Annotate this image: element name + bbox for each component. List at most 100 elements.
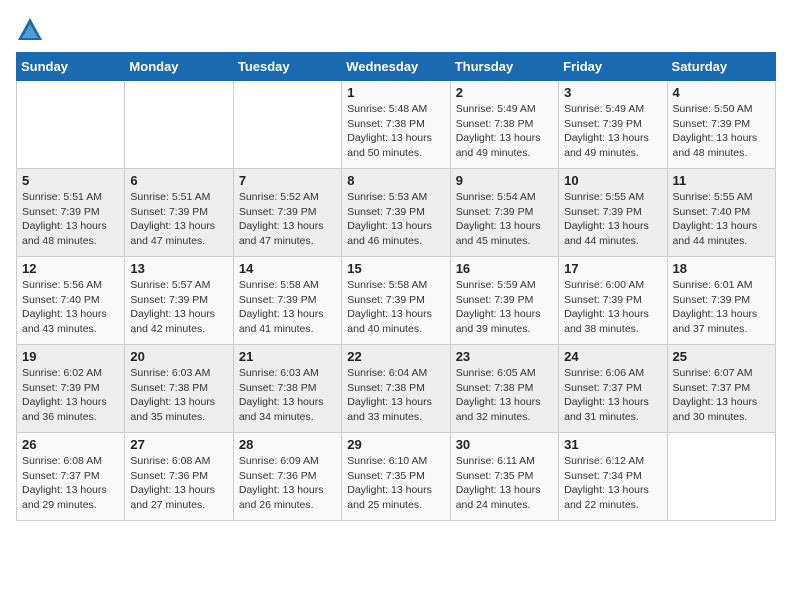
day-info: Sunrise: 6:04 AMSunset: 7:38 PMDaylight:… [347, 366, 444, 425]
day-info: Sunrise: 5:54 AMSunset: 7:39 PMDaylight:… [456, 190, 553, 249]
day-info: Sunrise: 5:55 AMSunset: 7:40 PMDaylight:… [673, 190, 770, 249]
day-number: 15 [347, 261, 444, 276]
calendar-cell [17, 81, 125, 169]
day-number: 27 [130, 437, 227, 452]
day-number: 3 [564, 85, 661, 100]
day-of-week-header: Thursday [450, 53, 558, 81]
day-number: 11 [673, 173, 770, 188]
day-info: Sunrise: 5:50 AMSunset: 7:39 PMDaylight:… [673, 102, 770, 161]
day-info: Sunrise: 6:00 AMSunset: 7:39 PMDaylight:… [564, 278, 661, 337]
day-number: 30 [456, 437, 553, 452]
day-number: 12 [22, 261, 119, 276]
day-info: Sunrise: 5:48 AMSunset: 7:38 PMDaylight:… [347, 102, 444, 161]
day-number: 2 [456, 85, 553, 100]
day-number: 13 [130, 261, 227, 276]
calendar-header-row: SundayMondayTuesdayWednesdayThursdayFrid… [17, 53, 776, 81]
calendar-table: SundayMondayTuesdayWednesdayThursdayFrid… [16, 52, 776, 521]
day-info: Sunrise: 5:55 AMSunset: 7:39 PMDaylight:… [564, 190, 661, 249]
day-number: 16 [456, 261, 553, 276]
calendar-week-row: 1 Sunrise: 5:48 AMSunset: 7:38 PMDaylight… [17, 81, 776, 169]
calendar-cell [125, 81, 233, 169]
day-info: Sunrise: 5:58 AMSunset: 7:39 PMDaylight:… [347, 278, 444, 337]
calendar-cell: 16 Sunrise: 5:59 AMSunset: 7:39 PMDayligh… [450, 257, 558, 345]
calendar-cell: 2Sunrise: 5:49 AMSunset: 7:38 PMDaylight… [450, 81, 558, 169]
calendar-cell: 26 Sunrise: 6:08 AMSunset: 7:37 PMDayligh… [17, 433, 125, 521]
day-number: 1 [347, 85, 444, 100]
calendar-cell [667, 433, 775, 521]
day-of-week-header: Monday [125, 53, 233, 81]
day-number: 20 [130, 349, 227, 364]
day-info: Sunrise: 6:12 AMSunset: 7:34 PMDaylight:… [564, 454, 661, 513]
day-info: Sunrise: 5:58 AMSunset: 7:39 PMDaylight:… [239, 278, 336, 337]
day-info: Sunrise: 5:51 AMSunset: 7:39 PMDaylight:… [22, 190, 119, 249]
day-info: Sunrise: 6:09 AMSunset: 7:36 PMDaylight:… [239, 454, 336, 513]
day-number: 24 [564, 349, 661, 364]
calendar-cell: 4 Sunrise: 5:50 AMSunset: 7:39 PMDaylight… [667, 81, 775, 169]
day-info: Sunrise: 6:11 AMSunset: 7:35 PMDaylight:… [456, 454, 553, 513]
calendar-cell [233, 81, 341, 169]
day-number: 5 [22, 173, 119, 188]
day-info: Sunrise: 6:01 AMSunset: 7:39 PMDaylight:… [673, 278, 770, 337]
day-of-week-header: Sunday [17, 53, 125, 81]
calendar-cell: 25Sunrise: 6:07 AMSunset: 7:37 PMDayligh… [667, 345, 775, 433]
day-info: Sunrise: 6:10 AMSunset: 7:35 PMDaylight:… [347, 454, 444, 513]
page-header [16, 16, 776, 44]
calendar-cell: 9 Sunrise: 5:54 AMSunset: 7:39 PMDaylight… [450, 169, 558, 257]
calendar-cell: 30 Sunrise: 6:11 AMSunset: 7:35 PMDayligh… [450, 433, 558, 521]
calendar-cell: 28 Sunrise: 6:09 AMSunset: 7:36 PMDayligh… [233, 433, 341, 521]
calendar-cell: 19 Sunrise: 6:02 AMSunset: 7:39 PMDayligh… [17, 345, 125, 433]
calendar-cell: 8 Sunrise: 5:53 AMSunset: 7:39 PMDaylight… [342, 169, 450, 257]
day-info: Sunrise: 5:59 AMSunset: 7:39 PMDaylight:… [456, 278, 553, 337]
day-number: 29 [347, 437, 444, 452]
day-info: Sunrise: 6:02 AMSunset: 7:39 PMDaylight:… [22, 366, 119, 425]
calendar-cell: 18 Sunrise: 6:01 AMSunset: 7:39 PMDayligh… [667, 257, 775, 345]
day-number: 7 [239, 173, 336, 188]
calendar-cell: 27 Sunrise: 6:08 AMSunset: 7:36 PMDayligh… [125, 433, 233, 521]
calendar-week-row: 12 Sunrise: 5:56 AMSunset: 7:40 PMDayligh… [17, 257, 776, 345]
day-number: 17 [564, 261, 661, 276]
calendar-cell: 5 Sunrise: 5:51 AMSunset: 7:39 PMDaylight… [17, 169, 125, 257]
day-number: 23 [456, 349, 553, 364]
day-info: Sunrise: 6:07 AMSunset: 7:37 PMDaylight:… [673, 366, 770, 425]
day-info: Sunrise: 6:05 AMSunset: 7:38 PMDaylight:… [456, 366, 553, 425]
day-of-week-header: Friday [559, 53, 667, 81]
day-info: Sunrise: 6:03 AMSunset: 7:38 PMDaylight:… [130, 366, 227, 425]
calendar-cell: 21 Sunrise: 6:03 AMSunset: 7:38 PMDayligh… [233, 345, 341, 433]
day-of-week-header: Wednesday [342, 53, 450, 81]
calendar-cell: 22 Sunrise: 6:04 AMSunset: 7:38 PMDayligh… [342, 345, 450, 433]
day-info: Sunrise: 5:56 AMSunset: 7:40 PMDaylight:… [22, 278, 119, 337]
calendar-cell: 10 Sunrise: 5:55 AMSunset: 7:39 PMDayligh… [559, 169, 667, 257]
day-number: 9 [456, 173, 553, 188]
calendar-week-row: 19 Sunrise: 6:02 AMSunset: 7:39 PMDayligh… [17, 345, 776, 433]
day-number: 31 [564, 437, 661, 452]
day-number: 18 [673, 261, 770, 276]
calendar-cell: 1 Sunrise: 5:48 AMSunset: 7:38 PMDaylight… [342, 81, 450, 169]
day-info: Sunrise: 6:06 AMSunset: 7:37 PMDaylight:… [564, 366, 661, 425]
day-number: 10 [564, 173, 661, 188]
day-number: 8 [347, 173, 444, 188]
day-info: Sunrise: 5:52 AMSunset: 7:39 PMDaylight:… [239, 190, 336, 249]
calendar-cell: 7 Sunrise: 5:52 AMSunset: 7:39 PMDaylight… [233, 169, 341, 257]
day-info: Sunrise: 6:08 AMSunset: 7:37 PMDaylight:… [22, 454, 119, 513]
calendar-cell: 13 Sunrise: 5:57 AMSunset: 7:39 PMDayligh… [125, 257, 233, 345]
calendar-week-row: 5 Sunrise: 5:51 AMSunset: 7:39 PMDaylight… [17, 169, 776, 257]
day-of-week-header: Saturday [667, 53, 775, 81]
calendar-cell: 11 Sunrise: 5:55 AMSunset: 7:40 PMDayligh… [667, 169, 775, 257]
day-number: 14 [239, 261, 336, 276]
day-number: 21 [239, 349, 336, 364]
calendar-cell: 14 Sunrise: 5:58 AMSunset: 7:39 PMDayligh… [233, 257, 341, 345]
calendar-cell: 12 Sunrise: 5:56 AMSunset: 7:40 PMDayligh… [17, 257, 125, 345]
day-info: Sunrise: 5:57 AMSunset: 7:39 PMDaylight:… [130, 278, 227, 337]
calendar-cell: 29 Sunrise: 6:10 AMSunset: 7:35 PMDayligh… [342, 433, 450, 521]
day-info: Sunrise: 6:03 AMSunset: 7:38 PMDaylight:… [239, 366, 336, 425]
day-number: 4 [673, 85, 770, 100]
day-info: Sunrise: 6:08 AMSunset: 7:36 PMDaylight:… [130, 454, 227, 513]
day-number: 28 [239, 437, 336, 452]
day-info: Sunrise: 5:53 AMSunset: 7:39 PMDaylight:… [347, 190, 444, 249]
day-number: 26 [22, 437, 119, 452]
calendar-cell: 3 Sunrise: 5:49 AMSunset: 7:39 PMDaylight… [559, 81, 667, 169]
calendar-cell: 20 Sunrise: 6:03 AMSunset: 7:38 PMDayligh… [125, 345, 233, 433]
day-info: Sunrise: 5:49 AMSunset: 7:39 PMDaylight:… [564, 102, 661, 161]
day-number: 22 [347, 349, 444, 364]
day-number: 19 [22, 349, 119, 364]
